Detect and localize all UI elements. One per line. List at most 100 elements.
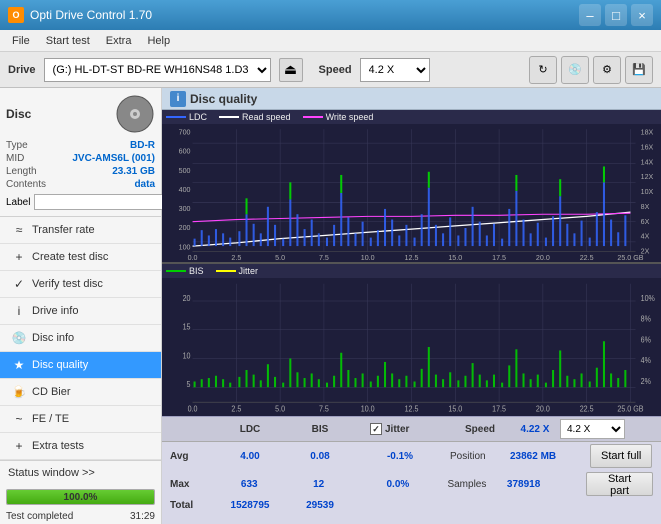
svg-text:10: 10 [183, 351, 191, 361]
settings-icon[interactable]: ⚙ [593, 56, 621, 84]
svg-text:10X: 10X [641, 187, 654, 196]
svg-text:5.0: 5.0 [275, 404, 285, 414]
sidebar-item-disc-info[interactable]: 💿 Disc info [0, 325, 161, 352]
samples-value: 378918 [507, 479, 586, 490]
svg-text:5: 5 [187, 380, 191, 390]
svg-text:200: 200 [179, 223, 191, 232]
svg-text:25.0 GB: 25.0 GB [617, 253, 643, 262]
header-ldc: LDC [210, 424, 290, 435]
verify-test-disc-icon: ✓ [12, 277, 26, 291]
sidebar-label-drive-info: Drive info [32, 305, 78, 317]
chart1-legend: LDC Read speed Write speed [162, 110, 661, 124]
sidebar-item-disc-quality[interactable]: ★ Disc quality [0, 352, 161, 379]
start-part-button[interactable]: Start part [586, 472, 653, 496]
charts-container: LDC Read speed Write speed [162, 110, 661, 416]
svg-text:600: 600 [179, 147, 191, 156]
sidebar-label-create-test-disc: Create test disc [32, 251, 108, 263]
sidebar-item-drive-info[interactable]: i Drive info [0, 298, 161, 325]
disc-contents-row: Contents data [6, 179, 155, 190]
svg-text:25.0 GB: 25.0 GB [617, 404, 643, 414]
save-icon[interactable]: 💾 [625, 56, 653, 84]
speed-select[interactable]: 4.2 X [360, 58, 430, 82]
samples-label: Samples [447, 479, 506, 490]
app-icon: O [8, 7, 24, 23]
svg-text:20: 20 [183, 294, 191, 304]
svg-text:15.0: 15.0 [448, 253, 462, 262]
legend-read-speed: Read speed [219, 112, 291, 122]
max-bis: 12 [289, 479, 348, 490]
speed-selector[interactable]: 4.2 X [560, 419, 625, 439]
mid-label: MID [6, 153, 24, 164]
chart1-area: 700 600 500 400 300 200 100 18X 16X 14X … [162, 124, 661, 262]
status-window-button[interactable]: Status window >> [0, 461, 161, 485]
svg-text:500: 500 [179, 166, 191, 175]
sidebar-item-cd-bier[interactable]: 🍺 CD Bier [0, 379, 161, 406]
disc-icon[interactable]: 💿 [561, 56, 589, 84]
svg-text:400: 400 [179, 185, 191, 194]
status-window-label: Status window >> [8, 467, 95, 479]
stats-avg-row: Avg 4.00 0.08 -0.1% Position 23862 MB St… [162, 442, 661, 470]
status-completed-row: Test completed 31:29 [0, 509, 161, 524]
drive-select[interactable]: (G:) HL-DT-ST BD-RE WH16NS48 1.D3 [44, 58, 271, 82]
svg-text:8%: 8% [641, 314, 652, 324]
bis-color [166, 270, 186, 272]
maximize-button[interactable]: □ [605, 4, 627, 26]
menu-extra[interactable]: Extra [98, 33, 140, 49]
extra-tests-icon: + [12, 439, 26, 453]
minimize-button[interactable]: – [579, 4, 601, 26]
svg-text:8X: 8X [641, 202, 650, 211]
fe-te-icon: ~ [12, 412, 26, 426]
chart2-legend: BIS Jitter [162, 264, 661, 278]
sidebar-item-transfer-rate[interactable]: ≈ Transfer rate [0, 217, 161, 244]
content-area: i Disc quality LDC Read speed [162, 88, 661, 524]
disc-svg-icon [115, 94, 155, 134]
sidebar-item-extra-tests[interactable]: + Extra tests [0, 433, 161, 460]
svg-text:6X: 6X [641, 217, 650, 226]
bis-label: BIS [189, 266, 204, 276]
sidebar-item-create-test-disc[interactable]: + Create test disc [0, 244, 161, 271]
close-button[interactable]: × [631, 4, 653, 26]
refresh-icon[interactable]: ↻ [529, 56, 557, 84]
svg-text:14X: 14X [641, 157, 654, 166]
svg-text:700: 700 [179, 127, 191, 136]
sidebar-item-verify-test-disc[interactable]: ✓ Verify test disc [0, 271, 161, 298]
sidebar-item-fe-te[interactable]: ~ FE / TE [0, 406, 161, 433]
disc-quality-icon: ★ [12, 358, 26, 372]
chart2-wrapper: BIS Jitter [162, 264, 661, 416]
title-bar: O Opti Drive Control 1.70 – □ × [0, 0, 661, 30]
type-value: BD-R [130, 140, 155, 151]
svg-text:5.0: 5.0 [275, 253, 285, 262]
svg-text:2%: 2% [641, 376, 652, 386]
label-input[interactable] [34, 194, 172, 210]
stats-total-row: Total 1528795 29539 [162, 498, 661, 513]
svg-text:4X: 4X [641, 232, 650, 241]
contents-value: data [134, 179, 155, 190]
svg-text:12X: 12X [641, 172, 654, 181]
menu-start-test[interactable]: Start test [38, 33, 98, 49]
svg-text:12.5: 12.5 [405, 404, 419, 414]
max-jitter: 0.0% [348, 479, 447, 490]
create-test-disc-icon: + [12, 250, 26, 264]
completed-text: Test completed [6, 511, 73, 522]
stats-max-row: Max 633 12 0.0% Samples 378918 Start par… [162, 470, 661, 498]
progress-text: 100.0% [7, 490, 154, 505]
svg-text:18X: 18X [641, 127, 654, 136]
svg-text:15.0: 15.0 [448, 404, 462, 414]
progress-bar-container: 100.0% [6, 489, 155, 505]
menu-file[interactable]: File [4, 33, 38, 49]
svg-text:7.5: 7.5 [319, 253, 329, 262]
start-full-button[interactable]: Start full [590, 444, 652, 468]
svg-text:12.5: 12.5 [405, 253, 419, 262]
menu-help[interactable]: Help [139, 33, 178, 49]
header-bis: BIS [290, 424, 350, 435]
jitter-checkbox[interactable]: ✓ [370, 423, 382, 435]
disc-length-row: Length 23.31 GB [6, 166, 155, 177]
total-bis: 29539 [290, 500, 350, 511]
title-controls: – □ × [579, 4, 653, 26]
eject-icon[interactable]: ⏏ [279, 58, 303, 82]
ldc-label: LDC [189, 112, 207, 122]
disc-header: Disc [6, 94, 155, 134]
avg-jitter: -0.1% [350, 451, 450, 462]
sidebar-label-fe-te: FE / TE [32, 413, 69, 425]
legend-bis: BIS [166, 266, 204, 276]
